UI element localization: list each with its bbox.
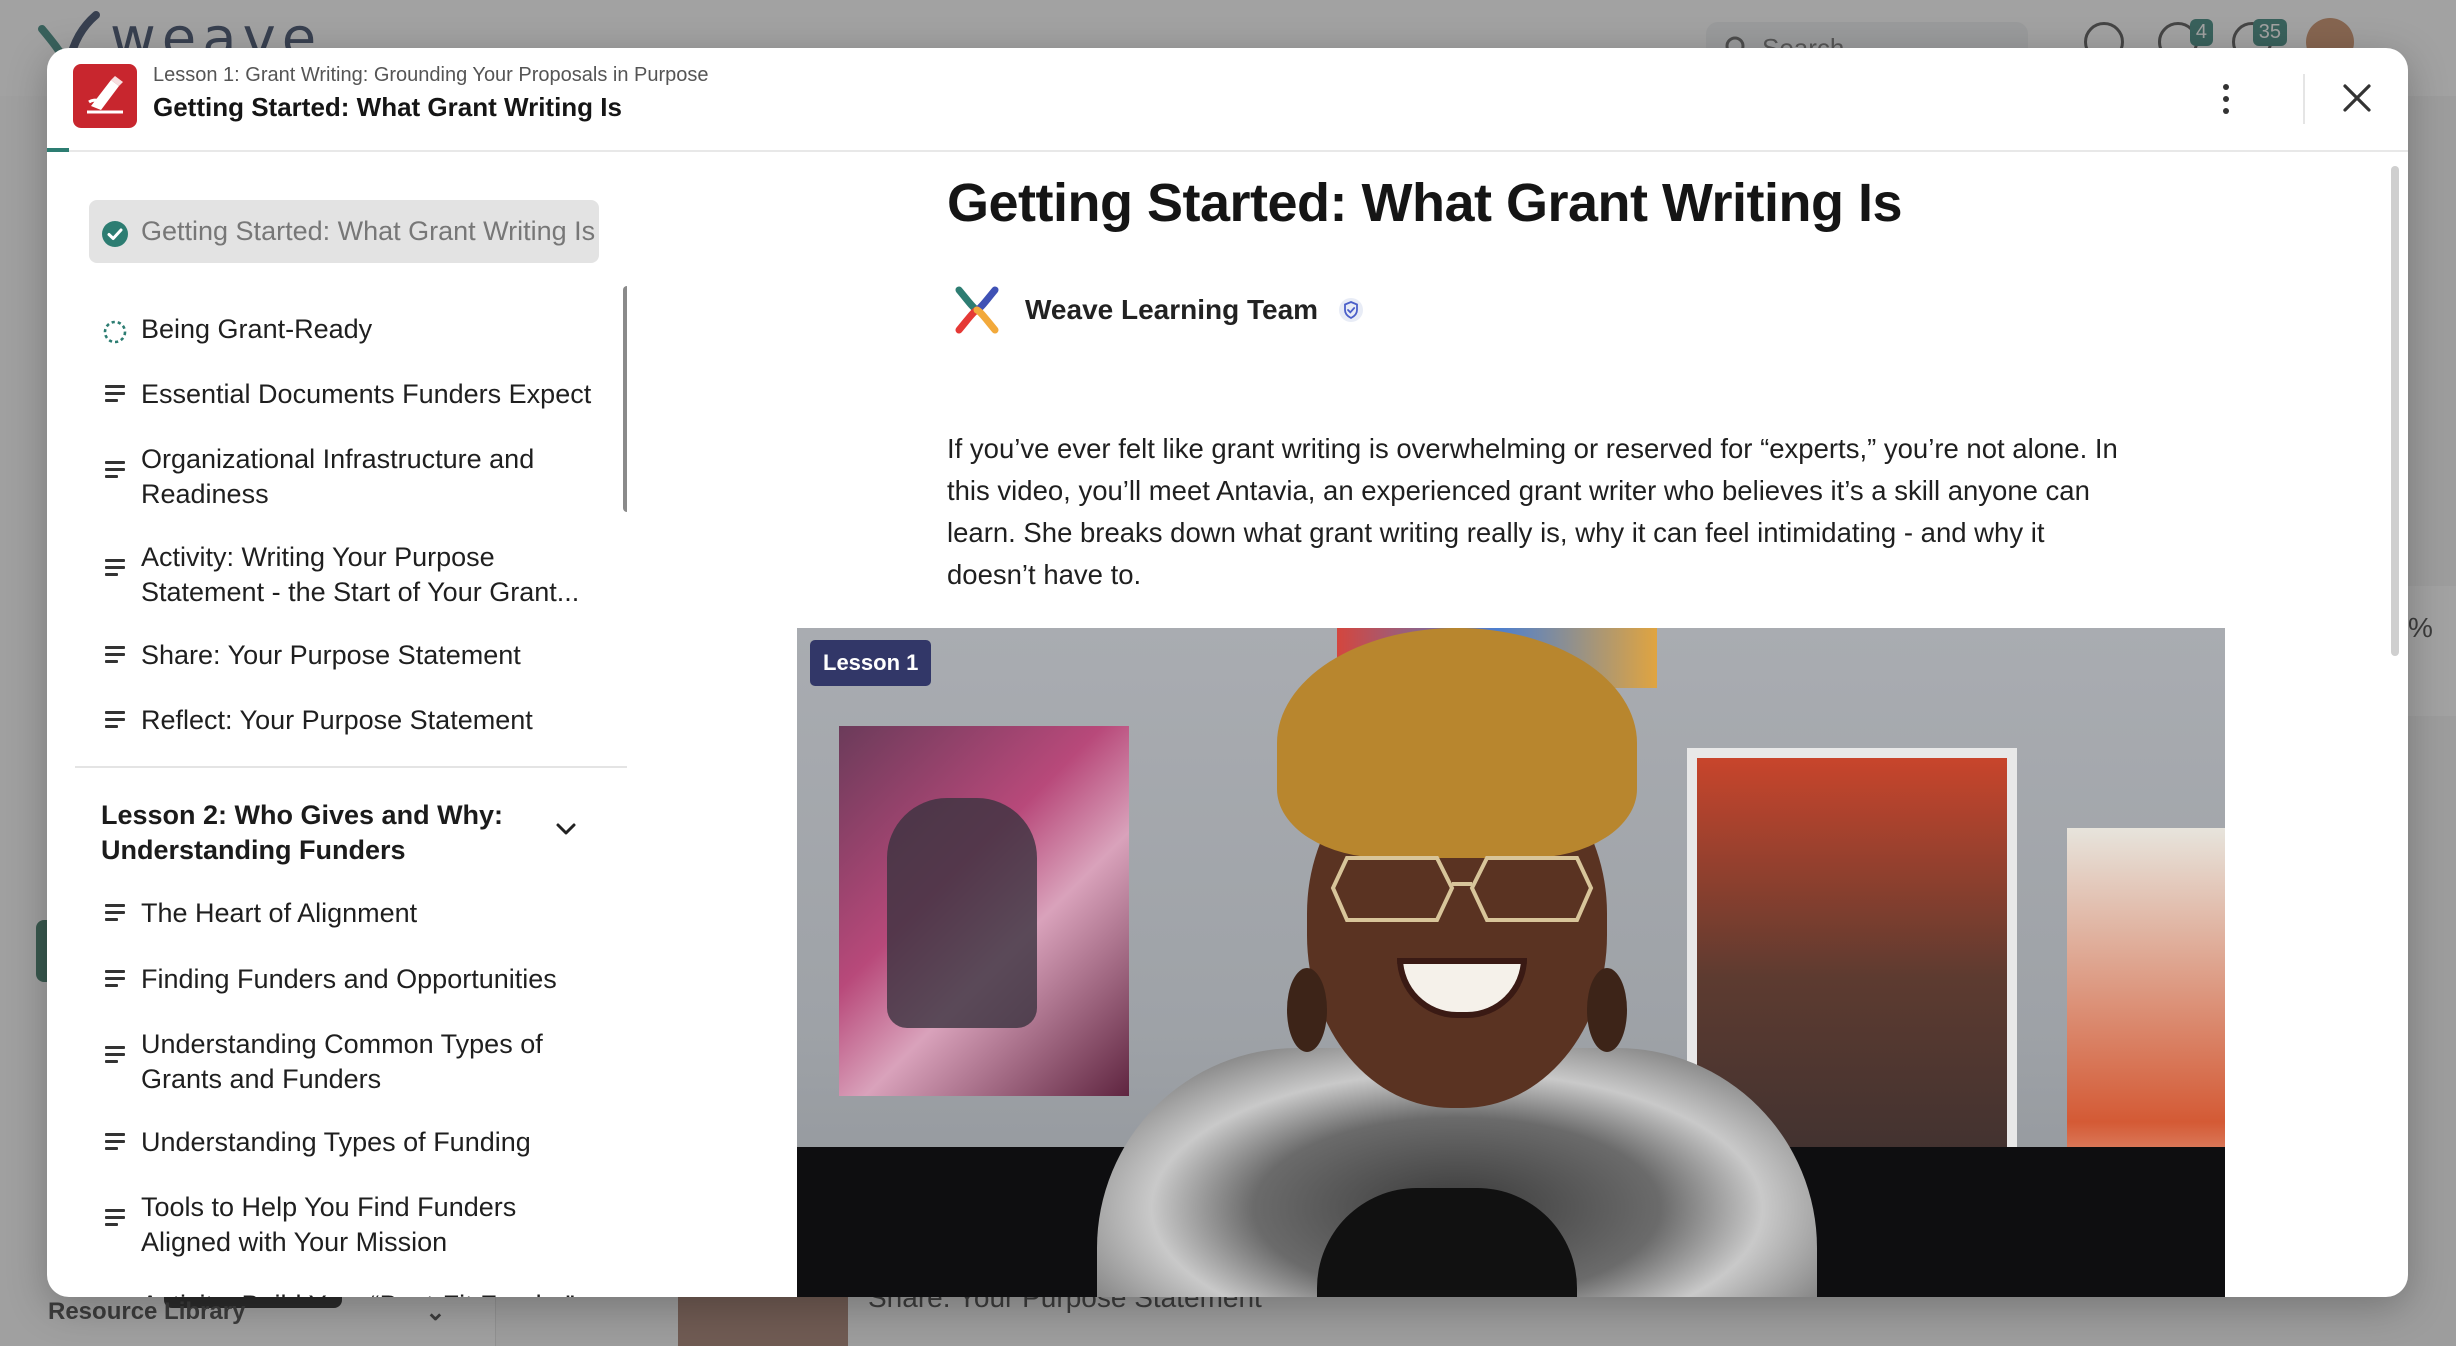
author-row: Weave Learning Team [949,282,1364,338]
weave-team-logo-icon [955,286,999,334]
lesson-video-player[interactable]: Lesson 1 [797,628,2225,1297]
lesson-description: If you’ve ever felt like grant writing i… [947,433,2118,590]
sidebar-item-label: Understanding Types of Funding [141,1127,531,1157]
video-presenter-headwrap [1277,628,1637,858]
text-lines-icon [105,646,125,664]
video-presenter-glasses [1330,856,1594,922]
sidebar-scrollbar[interactable] [623,286,627,512]
video-painting-detail [887,798,1037,1028]
text-lines-icon [105,970,125,988]
sidebar-item-label: Getting Started: What Grant Writing Is [141,216,596,246]
sidebar-item-essential-documents[interactable]: Essential Documents Funders Expect [89,377,599,412]
text-lines-icon [105,461,125,479]
sidebar-item-types-of-funding[interactable]: Understanding Types of Funding [89,1125,599,1160]
text-lines-icon [105,1046,125,1064]
sidebar-item-finding-funders[interactable]: Finding Funders and Opportunities [89,962,599,997]
kebab-dot-icon [2223,108,2229,114]
sidebar-item-label: Being Grant-Ready [141,314,373,344]
kebab-dot-icon [2223,96,2229,102]
more-options-button[interactable] [2209,82,2243,116]
sidebar-item-activity-purpose-statement[interactable]: Activity: Writing Your Purpose Statement… [89,540,599,610]
video-presenter-earring [1587,968,1627,1052]
sidebar-item-label: Activity: Writing Your Purpose Statement… [141,542,580,607]
page-title: Getting Started: What Grant Writing Is [947,173,1903,233]
check-circle-icon [102,221,128,247]
header-breadcrumb: Lesson 1: Grant Writing: Grounding Your … [153,64,709,86]
text-lines-icon [105,1209,125,1227]
sidebar-item-label: The Heart of Alignment [141,898,418,928]
sidebar-item-being-grant-ready[interactable]: Being Grant-Ready [89,312,599,347]
sidebar-item-organizational-infrastructure[interactable]: Organizational Infrastructure and Readin… [89,442,599,512]
sidebar-item-label: Reflect: Your Purpose Statement [141,705,533,735]
sidebar-item-label: Activity: Build Your “Best-Fit Funder” P… [141,1288,599,1297]
chevron-down-icon[interactable] [551,814,581,844]
header-title: Getting Started: What Grant Writing Is [153,92,622,122]
course-logo [73,64,137,128]
kebab-dot-icon [2223,84,2229,90]
modal-header: Lesson 1: Grant Writing: Grounding Your … [47,48,2408,152]
video-lesson-badge: Lesson 1 [810,640,932,686]
lesson-2-heading[interactable]: Lesson 2: Who Gives and Why: Understandi… [101,798,541,868]
sidebar-item-label: Organizational Infrastructure and Readin… [141,444,535,509]
text-lines-icon [105,385,125,403]
sidebar-item-label: Understanding Common Types of Grants and… [141,1029,543,1094]
text-lines-icon [105,904,125,922]
text-lines-icon [105,711,125,729]
close-icon[interactable] [2337,78,2377,118]
sidebar-item-reflect-purpose-statement[interactable]: Reflect: Your Purpose Statement [89,703,599,738]
text-lines-icon [105,559,125,577]
sidebar-item-heart-of-alignment[interactable]: The Heart of Alignment [89,896,599,931]
sidebar-item-label: Tools to Help You Find Funders Aligned w… [141,1192,517,1257]
dashed-circle-icon [103,320,127,344]
header-divider [2303,74,2305,124]
lesson-sidebar: Getting Started: What Grant Writing Is B… [47,152,627,1297]
sidebar-item-label: Finding Funders and Opportunities [141,964,557,994]
verified-badge-icon [1339,298,1364,322]
sidebar-divider [75,766,627,768]
sidebar-item-getting-started[interactable]: Getting Started: What Grant Writing Is [89,200,599,263]
text-lines-icon [105,1133,125,1151]
sidebar-item-label: Share: Your Purpose Statement [141,640,521,670]
sidebar-item-best-fit-funder[interactable]: Activity: Build Your “Best-Fit Funder” P… [89,1288,599,1297]
sidebar-item-share-purpose-statement[interactable]: Share: Your Purpose Statement [89,638,599,673]
sidebar-item-common-types-of-grants[interactable]: Understanding Common Types of Grants and… [89,1027,599,1097]
content-scrollbar[interactable] [2391,166,2399,656]
lesson-modal: Lesson 1: Grant Writing: Grounding Your … [47,48,2408,1297]
writing-hand-icon [87,76,123,114]
author-name[interactable]: Weave Learning Team [1025,294,1318,326]
sidebar-item-tools-find-funders[interactable]: Tools to Help You Find Funders Aligned w… [89,1190,599,1260]
sidebar-item-label: Essential Documents Funders Expect [141,379,592,409]
video-presenter-earring [1287,968,1327,1052]
